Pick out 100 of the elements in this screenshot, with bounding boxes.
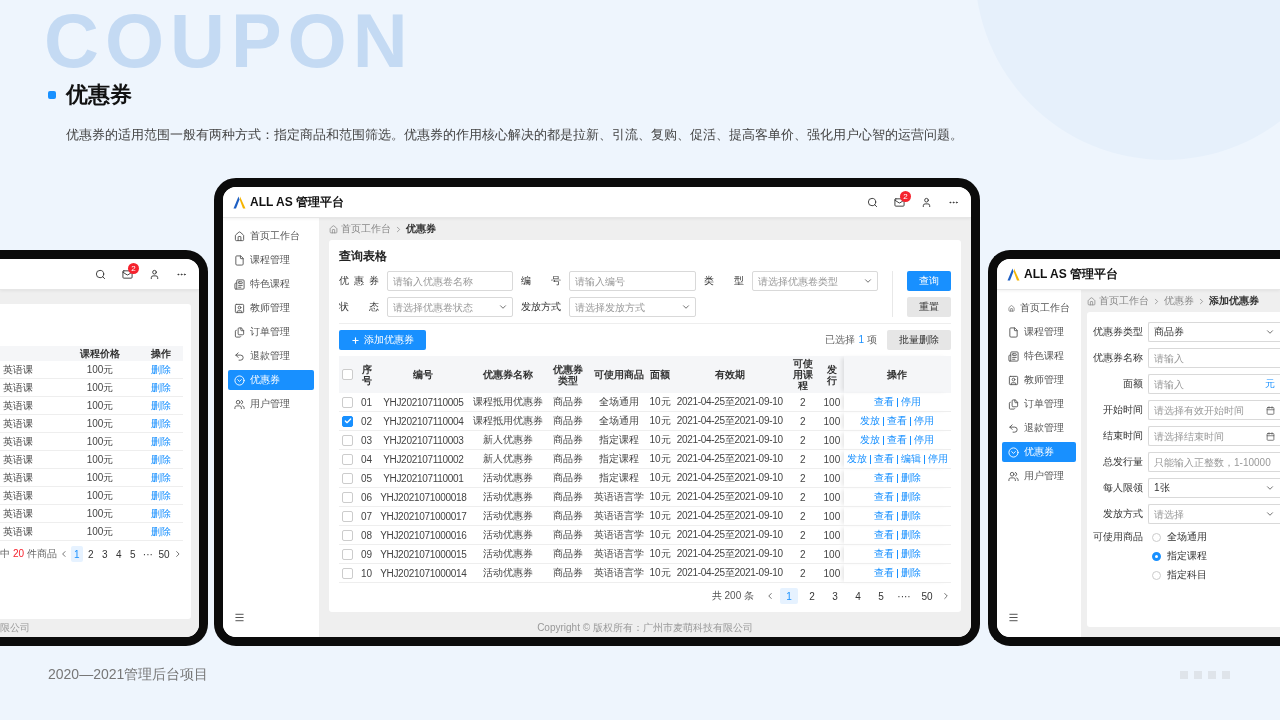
- radio-option[interactable]: 全场通用: [1152, 530, 1280, 544]
- checkbox[interactable]: [342, 396, 353, 408]
- sidebar-item[interactable]: 订单管理: [228, 322, 314, 342]
- page-button[interactable]: 1: [780, 588, 798, 604]
- action-link[interactable]: 查看: [873, 509, 894, 523]
- action-link[interactable]: 查看: [887, 433, 908, 447]
- action-link[interactable]: 编辑: [900, 452, 921, 466]
- delete-link[interactable]: 删除: [150, 435, 171, 447]
- checkbox[interactable]: [342, 472, 353, 484]
- action-link[interactable]: 删除: [900, 471, 921, 485]
- action-link[interactable]: 删除: [900, 490, 921, 504]
- checkbox[interactable]: [342, 453, 353, 465]
- select-field[interactable]: 请选择: [1148, 504, 1280, 524]
- sidebar-item[interactable]: 特色课程: [1002, 346, 1076, 366]
- search-button[interactable]: 查询: [907, 271, 951, 291]
- select-field[interactable]: 商品券: [1148, 322, 1280, 342]
- action-link[interactable]: 发放: [860, 433, 881, 447]
- page-button[interactable]: 4: [112, 546, 125, 562]
- sidebar-item[interactable]: 教师管理: [1002, 370, 1076, 390]
- chevron-right-icon[interactable]: [941, 591, 951, 601]
- date-field[interactable]: 请选择有效开始时间: [1148, 400, 1280, 420]
- search-icon[interactable]: [867, 196, 878, 208]
- sidebar-item[interactable]: 特色课程: [228, 274, 314, 294]
- sidebar-item[interactable]: 首页工作台: [228, 226, 314, 246]
- action-link[interactable]: 发放: [860, 414, 881, 428]
- breadcrumb-link[interactable]: 优惠券: [1164, 294, 1194, 308]
- page-button[interactable]: 4: [849, 588, 867, 604]
- page-button[interactable]: ····: [895, 588, 913, 604]
- page-button[interactable]: 3: [826, 588, 844, 604]
- menu-icon[interactable]: [234, 612, 245, 623]
- bulk-delete-button[interactable]: 批量删除: [887, 330, 951, 350]
- action-link[interactable]: 查看: [873, 395, 894, 409]
- radio-option[interactable]: 指定科目: [1152, 568, 1280, 582]
- delete-link[interactable]: 删除: [150, 525, 171, 537]
- action-link[interactable]: 停用: [927, 452, 948, 466]
- action-link[interactable]: 删除: [900, 566, 921, 580]
- action-link[interactable]: 查看: [873, 528, 894, 542]
- radio-button[interactable]: [1152, 551, 1161, 561]
- delete-link[interactable]: 删除: [150, 381, 171, 393]
- search-icon[interactable]: [95, 268, 106, 280]
- input-field[interactable]: 请输入优惠卷名称: [387, 271, 514, 291]
- sidebar-item[interactable]: 首页工作台: [1002, 298, 1076, 318]
- checkbox[interactable]: [342, 369, 353, 381]
- checkbox[interactable]: [342, 548, 353, 560]
- select-field[interactable]: 1张: [1148, 478, 1280, 498]
- delete-link[interactable]: 删除: [150, 489, 171, 501]
- select-field[interactable]: 请选择发放方式: [569, 297, 696, 317]
- checkbox[interactable]: [342, 415, 353, 427]
- page-button[interactable]: 50: [156, 546, 172, 562]
- sidebar-item[interactable]: 课程管理: [1002, 322, 1076, 342]
- chevron-left-icon[interactable]: [59, 549, 69, 559]
- mail-icon[interactable]: [894, 196, 905, 208]
- checkbox[interactable]: [342, 491, 353, 503]
- action-link[interactable]: 发放: [846, 452, 867, 466]
- user-icon[interactable]: [149, 268, 160, 280]
- reset-button[interactable]: 重置: [907, 297, 951, 317]
- page-button[interactable]: 2: [803, 588, 821, 604]
- input-field[interactable]: 请输入: [1148, 348, 1280, 368]
- radio-option[interactable]: 指定课程: [1152, 549, 1280, 563]
- sidebar-item[interactable]: 优惠券: [1002, 442, 1076, 462]
- sidebar-item[interactable]: 课程管理: [228, 250, 314, 270]
- sidebar-item[interactable]: 教师管理: [228, 298, 314, 318]
- page-button[interactable]: 50: [918, 588, 936, 604]
- checkbox[interactable]: [342, 567, 353, 579]
- delete-link[interactable]: 删除: [150, 453, 171, 465]
- delete-link[interactable]: 删除: [150, 417, 171, 429]
- checkbox[interactable]: [342, 510, 353, 522]
- page-button[interactable]: 1: [70, 546, 83, 562]
- page-button[interactable]: 2: [84, 546, 97, 562]
- breadcrumb-link[interactable]: 首页工作台: [1099, 294, 1149, 308]
- select-field[interactable]: 请选择优惠卷类型: [751, 271, 878, 291]
- sidebar-item[interactable]: 用户管理: [1002, 466, 1076, 486]
- radio-button[interactable]: [1152, 532, 1161, 542]
- action-link[interactable]: 停用: [900, 395, 921, 409]
- breadcrumb-link[interactable]: 首页工作台: [341, 222, 391, 236]
- action-link[interactable]: 停用: [914, 414, 935, 428]
- page-button[interactable]: 5: [872, 588, 890, 604]
- action-link[interactable]: 查看: [873, 566, 894, 580]
- sidebar-item[interactable]: 优惠券: [228, 370, 314, 390]
- action-link[interactable]: 查看: [873, 471, 894, 485]
- radio-button[interactable]: [1152, 570, 1161, 580]
- delete-link[interactable]: 删除: [150, 399, 171, 411]
- user-icon[interactable]: [921, 196, 932, 208]
- action-link[interactable]: 查看: [887, 414, 908, 428]
- sidebar-item[interactable]: 退款管理: [228, 346, 314, 366]
- checkbox[interactable]: [342, 529, 353, 541]
- delete-link[interactable]: 删除: [150, 363, 171, 375]
- action-link[interactable]: 查看: [873, 547, 894, 561]
- input-field[interactable]: 请输入编号: [569, 271, 696, 291]
- sidebar-item[interactable]: 用户管理: [228, 394, 314, 414]
- date-field[interactable]: 请选择结束时间: [1148, 426, 1280, 446]
- page-button[interactable]: 3: [98, 546, 111, 562]
- page-button[interactable]: 5: [126, 546, 139, 562]
- menu-icon[interactable]: [1008, 612, 1019, 623]
- add-button[interactable]: 添加优惠券: [339, 330, 426, 350]
- action-link[interactable]: 停用: [914, 433, 935, 447]
- action-link[interactable]: 查看: [873, 490, 894, 504]
- sidebar-item[interactable]: 订单管理: [1002, 394, 1076, 414]
- delete-link[interactable]: 删除: [150, 471, 171, 483]
- action-link[interactable]: 查看: [873, 452, 894, 466]
